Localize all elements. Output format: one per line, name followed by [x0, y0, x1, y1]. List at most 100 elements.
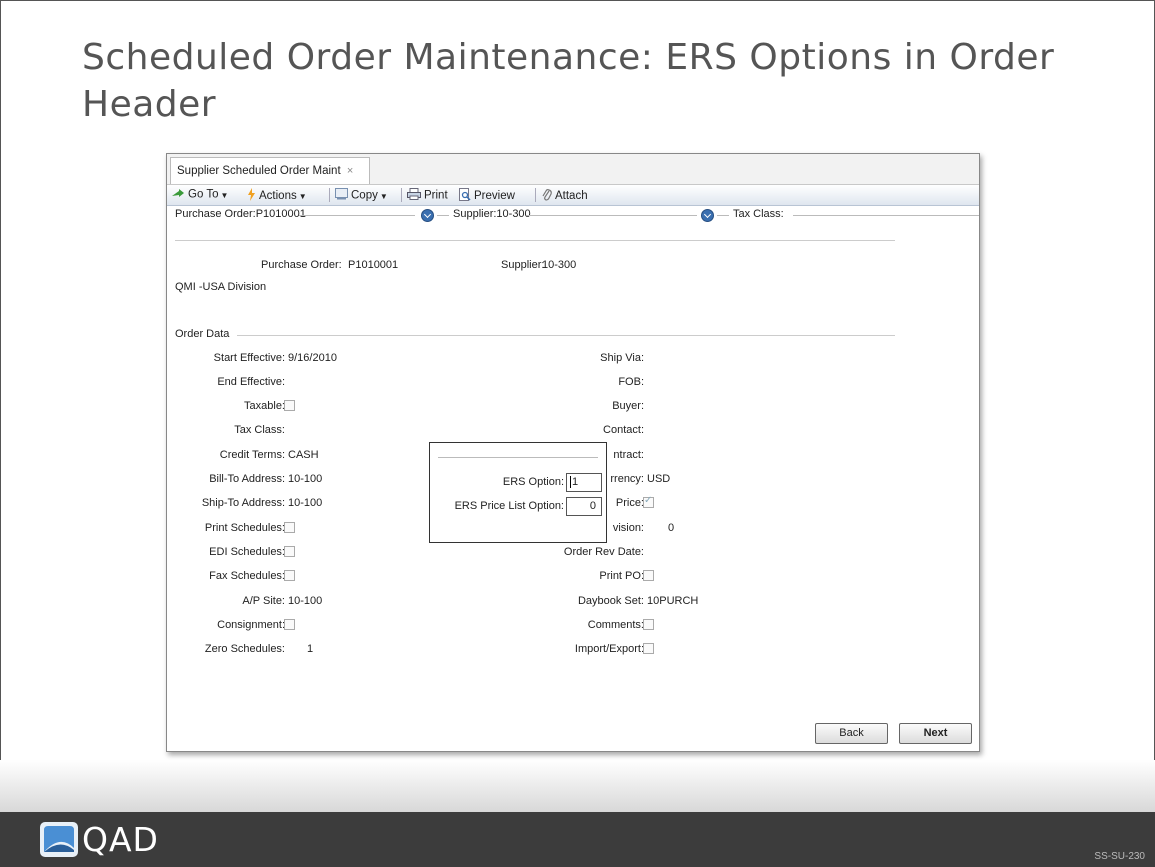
- credit-terms-label: Credit Terms:: [219, 449, 285, 461]
- taxable-label: Taxable:: [244, 400, 285, 412]
- goto-arrow-icon: [171, 188, 185, 201]
- credit-terms-value[interactable]: CASH: [288, 449, 319, 461]
- chevron-down-icon: ▼: [379, 191, 388, 201]
- bill-to-address-label: Bill-To Address:: [209, 473, 285, 485]
- tab-strip: Supplier Scheduled Order Maint ×: [167, 154, 979, 185]
- price-label: Price:: [615, 497, 644, 509]
- slide-title: Scheduled Order Maintenance: ERS Options…: [82, 37, 1055, 125]
- actions-lightning-icon: [247, 188, 256, 204]
- slide-code: SS-SU-230: [1094, 851, 1145, 862]
- consignment-checkbox[interactable]: [284, 619, 295, 630]
- tax-class-label: Tax Class:: [234, 424, 285, 436]
- start-effective-value[interactable]: 9/16/2010: [288, 352, 337, 364]
- fax-schedules-checkbox[interactable]: [284, 570, 295, 581]
- fax-schedules-label: Fax Schedules:: [209, 570, 285, 582]
- zero-schedules-label: Zero Schedules:: [204, 643, 285, 655]
- text-caret: [570, 476, 571, 489]
- actions-button[interactable]: Actions ▼: [247, 188, 307, 204]
- price-checkbox[interactable]: [643, 495, 654, 508]
- order-data-heading: Order Data: [175, 328, 230, 340]
- comments-label: Comments:: [587, 619, 644, 631]
- chevron-down-icon: ▼: [298, 192, 307, 202]
- edi-schedules-label: EDI Schedules:: [209, 546, 285, 558]
- buyer-label: Buyer:: [612, 400, 644, 412]
- currency-label: rrency:: [610, 473, 644, 485]
- import-export-label: Import/Export:: [574, 643, 644, 655]
- ship-via-label: Ship Via:: [600, 352, 644, 364]
- ap-site-value[interactable]: 10-100: [288, 595, 322, 607]
- order-rev-date-label: Order Rev Date:: [563, 546, 644, 558]
- printer-icon: [407, 188, 421, 203]
- zero-schedules-value[interactable]: 1: [307, 643, 313, 655]
- preview-icon: [459, 188, 471, 204]
- attach-button[interactable]: Attach: [542, 188, 588, 204]
- summary-supplier-label: Supplier:: [501, 259, 545, 271]
- import-export-checkbox[interactable]: [643, 643, 654, 654]
- fob-label: FOB:: [618, 376, 644, 388]
- app-window: Supplier Scheduled Order Maint × Go To ▼ …: [166, 153, 980, 752]
- section-divider: [237, 335, 895, 336]
- header-bar: Purchase Order:P1010001 Supplier:10-300 …: [167, 206, 979, 224]
- currency-value[interactable]: USD: [647, 473, 670, 485]
- header-divider: [717, 215, 729, 216]
- separator: [175, 240, 895, 241]
- close-icon[interactable]: ×: [347, 165, 353, 177]
- header-supplier: Supplier:10-300: [453, 208, 531, 220]
- ers-options-popup: ERS Option: 1 ERS Price List Option: 0: [429, 442, 607, 543]
- back-button[interactable]: Back: [815, 723, 888, 744]
- bill-to-address-value[interactable]: 10-100: [288, 473, 322, 485]
- ship-to-address-label: Ship-To Address:: [201, 497, 285, 509]
- summary-supplier-value: 10-300: [542, 259, 577, 271]
- copy-button[interactable]: Copy ▼: [335, 188, 388, 203]
- edi-schedules-checkbox[interactable]: [284, 546, 295, 557]
- preview-button[interactable]: Preview: [459, 188, 515, 204]
- next-button[interactable]: Next: [899, 723, 972, 744]
- qad-logo-icon: [40, 822, 78, 857]
- toolbar-divider: [401, 188, 402, 202]
- chevron-down-icon: ▼: [220, 190, 229, 200]
- tab-supplier-scheduled-order-maint[interactable]: Supplier Scheduled Order Maint ×: [170, 157, 370, 184]
- daybook-set-value[interactable]: 10PURCH: [647, 595, 698, 607]
- copy-icon: [335, 188, 348, 203]
- contact-label: Contact:: [603, 424, 644, 436]
- ers-option-input[interactable]: 1: [566, 473, 602, 492]
- print-schedules-checkbox[interactable]: [284, 522, 295, 533]
- toolbar: Go To ▼ Actions ▼ Copy ▼ Print Preview Atta…: [167, 185, 979, 206]
- taxable-checkbox[interactable]: [284, 400, 295, 411]
- header-divider: [437, 215, 449, 216]
- comments-checkbox[interactable]: [643, 619, 654, 630]
- revision-value[interactable]: 0: [668, 522, 674, 534]
- goto-button[interactable]: Go To ▼: [171, 188, 228, 201]
- summary-po-label: Purchase Order:: [261, 259, 342, 271]
- header-purchase-order: Purchase Order:P1010001: [175, 208, 306, 220]
- print-po-label: Print PO:: [599, 570, 644, 582]
- header-divider: [527, 215, 697, 216]
- print-po-checkbox[interactable]: [643, 570, 654, 581]
- print-button[interactable]: Print: [407, 188, 448, 203]
- division-name: QMI -USA Division: [175, 281, 267, 293]
- contract-label: ntract:: [613, 449, 644, 461]
- ers-price-list-option-label: ERS Price List Option:: [454, 500, 564, 512]
- summary-po-value: P1010001: [348, 259, 399, 271]
- expand-chevron-icon[interactable]: [701, 209, 714, 222]
- tab-label: Supplier Scheduled Order Maint: [177, 165, 341, 177]
- header-tax-class: Tax Class:: [733, 208, 784, 220]
- toolbar-divider: [535, 188, 536, 202]
- daybook-set-label: Daybook Set:: [577, 595, 644, 607]
- paperclip-icon: [542, 188, 552, 204]
- ap-site-label: A/P Site:: [242, 595, 285, 607]
- start-effective-label: Start Effective:: [213, 352, 285, 364]
- header-divider: [793, 215, 979, 216]
- popup-divider: [438, 457, 598, 458]
- print-schedules-label: Print Schedules:: [204, 522, 285, 534]
- ers-option-label: ERS Option:: [502, 476, 564, 488]
- slide-footer: QAD SS-SU-230: [0, 812, 1155, 867]
- ers-price-list-option-input[interactable]: 0: [566, 497, 602, 516]
- consignment-label: Consignment:: [217, 619, 285, 631]
- header-divider: [299, 215, 415, 216]
- toolbar-divider: [329, 188, 330, 202]
- revision-label: vision:: [612, 522, 644, 534]
- footer-fade: [0, 760, 1155, 812]
- ship-to-address-value[interactable]: 10-100: [288, 497, 322, 509]
- expand-chevron-icon[interactable]: [421, 209, 434, 222]
